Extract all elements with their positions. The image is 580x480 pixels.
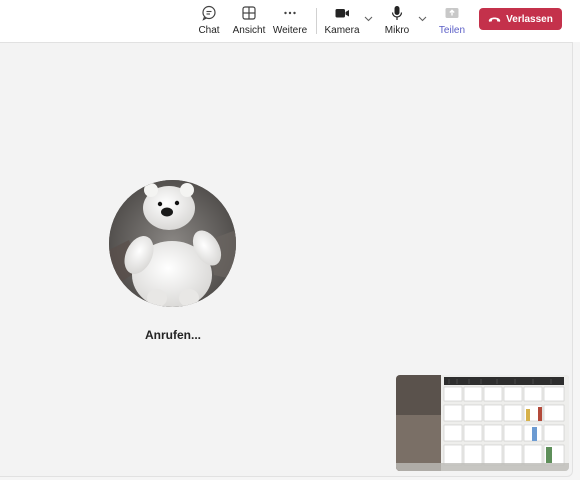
view-button[interactable]: Ansicht	[232, 4, 266, 38]
call-stage: Anrufen...	[0, 42, 573, 477]
toolbar-divider	[316, 8, 317, 34]
view-grid-icon	[240, 4, 258, 22]
share-button[interactable]: Teilen	[437, 4, 467, 38]
chat-icon	[200, 4, 218, 22]
share-icon	[443, 4, 461, 22]
camera-button[interactable]: Kamera	[324, 4, 360, 38]
self-video-preview[interactable]	[396, 375, 569, 471]
chevron-down-icon	[418, 9, 427, 27]
mic-icon	[388, 4, 406, 22]
leave-label: Verlassen	[506, 13, 553, 25]
leave-button[interactable]: Verlassen	[479, 8, 562, 30]
camera-label: Kamera	[324, 25, 360, 36]
mic-label: Mikro	[384, 25, 410, 36]
share-label: Teilen	[438, 25, 466, 36]
chat-button[interactable]: Chat	[196, 4, 222, 38]
more-icon	[281, 4, 299, 22]
call-toolbar: Chat Ansicht Weitere Kamera Mikro Teilen…	[0, 0, 580, 42]
camera-icon	[333, 4, 351, 22]
phone-hangup-icon	[488, 15, 501, 23]
more-label: Weitere	[272, 25, 308, 36]
camera-options-chevron[interactable]	[363, 13, 373, 23]
view-label: Ansicht	[232, 25, 266, 36]
more-button[interactable]: Weitere	[273, 4, 307, 38]
mic-button[interactable]: Mikro	[383, 4, 411, 38]
mic-options-chevron[interactable]	[417, 13, 427, 23]
caller-avatar	[109, 180, 236, 307]
chevron-down-icon	[364, 9, 373, 27]
chat-label: Chat	[198, 25, 220, 36]
call-status-text: Anrufen...	[145, 328, 201, 342]
